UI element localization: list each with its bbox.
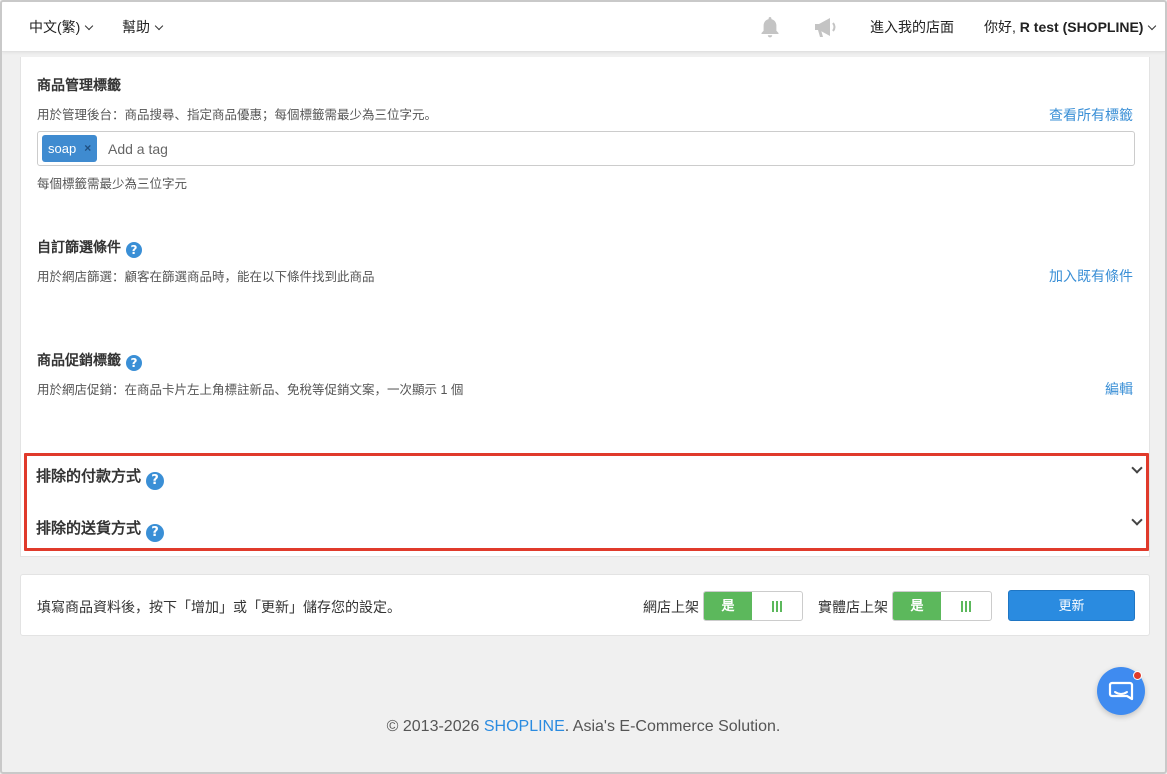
update-button[interactable]: 更新 [1008,590,1135,621]
help-label: 幫助 [122,19,150,35]
shopline-link[interactable]: SHOPLINE [484,718,565,735]
footer: © 2013-2026 SHOPLINE. Asia's E-Commerce … [2,718,1165,736]
chevron-down-icon [154,21,164,31]
toggle-yes: 是 [893,592,941,620]
promo-section-title: 商品促銷標籤? [37,350,142,371]
enter-store-link[interactable]: 進入我的店面 [870,2,954,52]
app-window: 中文(繁) 幫助 進入我的店面 你好, R test (SHOPLINE) 商品… [0,0,1167,774]
retail-store-label: 實體店上架 [818,599,888,615]
tag-input-box[interactable]: soap × [37,131,1135,166]
toggle-yes: 是 [704,592,752,620]
filter-section-title-text: 自訂篩選條件 [37,239,121,255]
close-icon[interactable]: × [84,135,91,162]
megaphone-icon[interactable] [812,15,840,39]
footer-copyright: © 2013-2026 [386,718,484,735]
greeting-prefix: 你好, [984,19,1020,35]
help-dropdown[interactable]: 幫助 [122,2,164,52]
filter-section-title: 自訂篩選條件? [37,237,142,258]
help-icon[interactable]: ? [126,355,142,371]
grip-icon [941,592,991,620]
highlight-frame [24,453,1149,551]
retail-store-toggle[interactable]: 是 [892,591,992,621]
chevron-down-icon [1148,21,1157,31]
footer-tagline: . Asia's E-Commerce Solution. [564,718,781,735]
add-tag-input[interactable] [108,138,508,160]
tag-chip-label: soap [48,141,77,156]
user-menu[interactable]: 你好, R test (SHOPLINE) [984,2,1157,52]
language-label: 中文(繁) [29,19,81,35]
excluded-payment-label: 排除的付款方式 [36,468,142,485]
online-store-toggle[interactable]: 是 [703,591,803,621]
save-hint: 填寫商品資料後，按下「增加」或「更新」儲存您的設定。 [37,599,401,615]
promo-section-title-text: 商品促銷標籤 [37,352,121,368]
notification-dot [1133,671,1142,680]
tags-hint: 每個標籤需最少為三位字元 [37,177,188,191]
excluded-delivery-label: 排除的送貨方式 [36,520,142,537]
view-all-tags-link[interactable]: 查看所有標籤 [1049,105,1133,125]
promo-section-desc: 用於網店促銷：在商品卡片左上角標註新品、免稅等促銷文案，一次顯示 1 個 [37,383,464,397]
language-dropdown[interactable]: 中文(繁) [29,2,94,52]
top-navbar: 中文(繁) 幫助 進入我的店面 你好, R test (SHOPLINE) [2,2,1165,52]
excluded-payment-toggle[interactable]: 排除的付款方式? [36,465,165,490]
filter-section-desc: 用於網店篩選：顧客在篩選商品時，能在以下條件找到此商品 [37,270,375,284]
edit-promo-link[interactable]: 編輯 [1105,379,1133,399]
chevron-down-icon [85,21,94,31]
chat-button[interactable] [1097,667,1145,715]
help-icon[interactable]: ? [146,524,165,542]
user-name: R test (SHOPLINE) [1019,19,1144,35]
grip-icon [752,592,802,620]
online-store-label: 網店上架 [643,599,699,615]
tag-chip: soap × [42,135,98,162]
tags-section-title: 商品管理標籤 [37,77,121,93]
help-icon[interactable]: ? [146,472,165,490]
add-existing-filter-link[interactable]: 加入既有條件 [1049,266,1133,286]
excluded-delivery-toggle[interactable]: 排除的送貨方式? [36,517,165,542]
bell-icon[interactable] [758,15,782,39]
tags-section-desc: 用於管理後台：商品搜尋、指定商品優惠；每個標籤需最少為三位字元。 [37,108,438,122]
help-icon[interactable]: ? [126,242,142,258]
action-bar: 填寫商品資料後，按下「增加」或「更新」儲存您的設定。 網店上架 是 實體店上架 … [20,574,1150,636]
